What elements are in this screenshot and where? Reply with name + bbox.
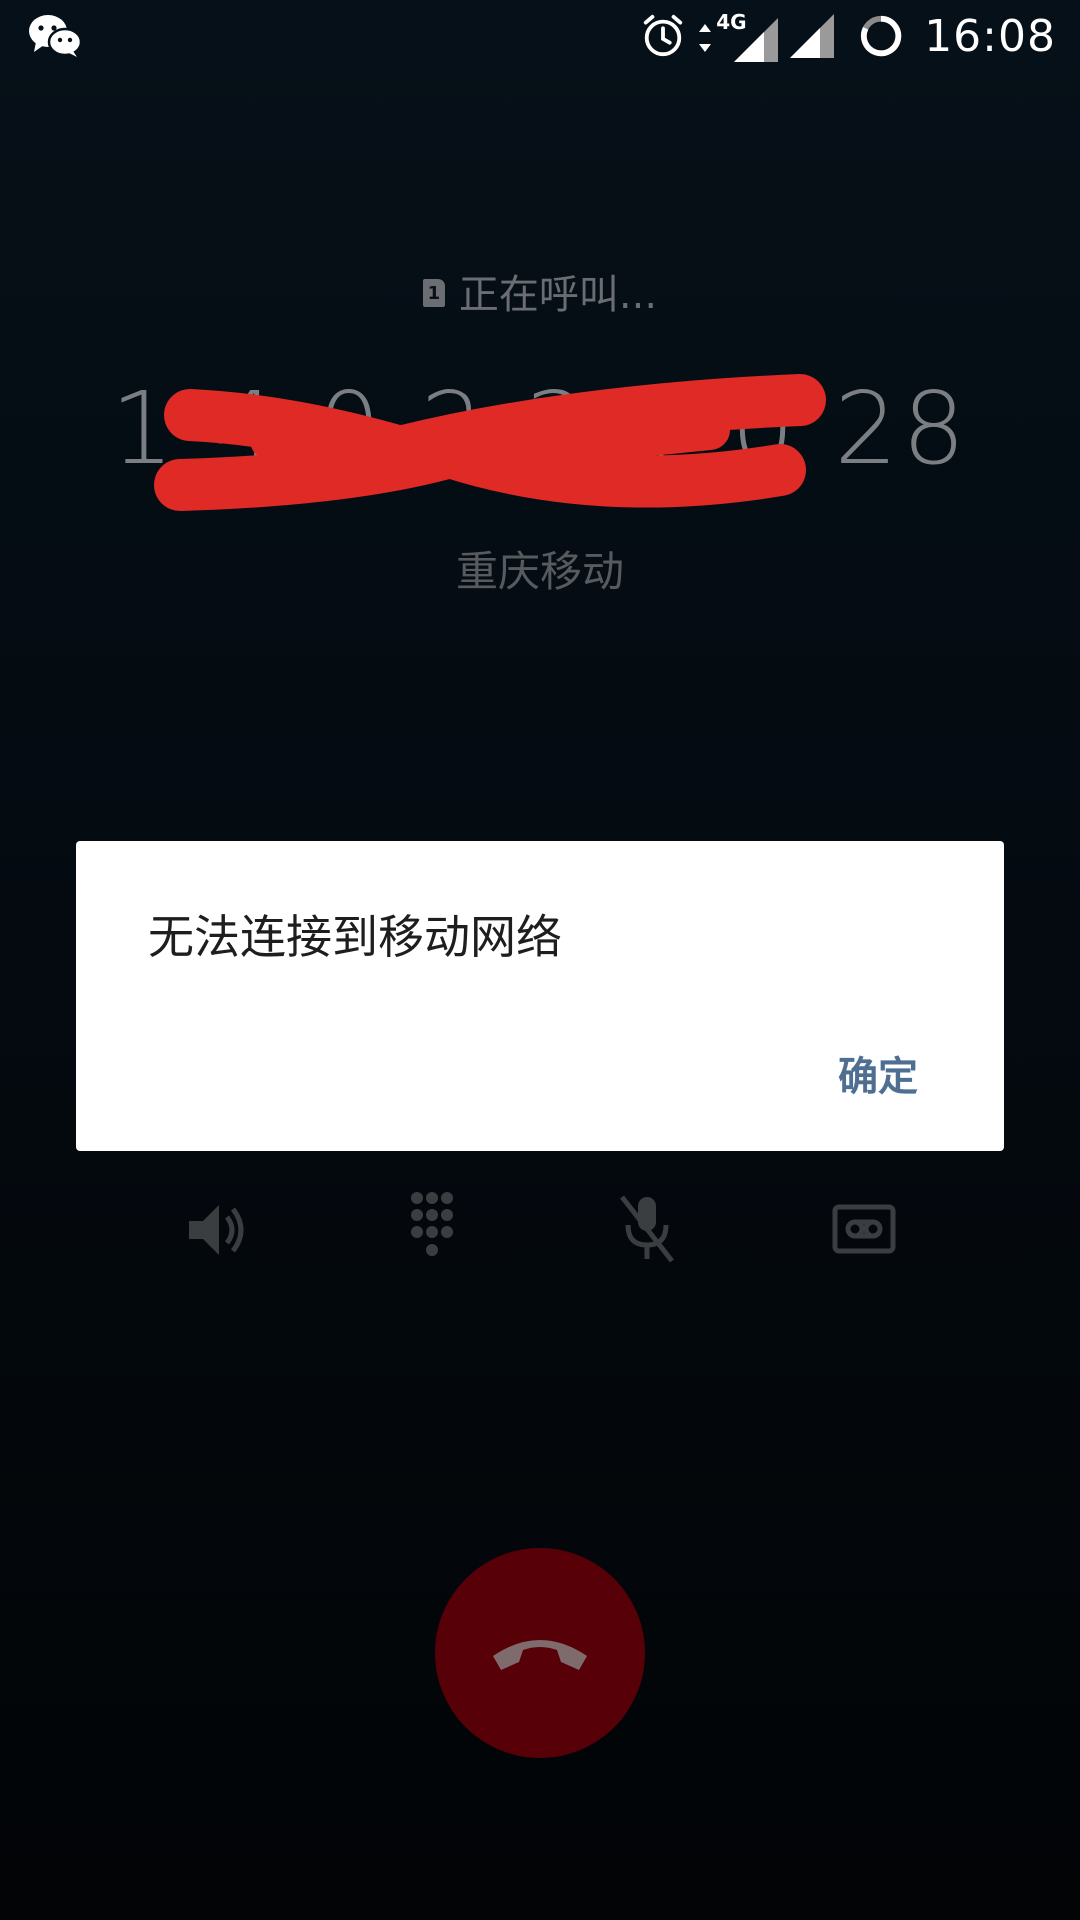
error-dialog: 无法连接到移动网络 确定 [76,841,1004,1151]
call-controls [0,1185,1080,1275]
end-call-button[interactable] [435,1548,645,1758]
signal-sim2-icon [790,14,835,58]
ok-button[interactable]: 确定 [838,1044,918,1102]
redaction-scribble [154,374,826,511]
battery-ring-icon [861,15,902,57]
mobile-data-indicator: 4G [698,8,779,64]
status-icons: 4G 16:08 [640,0,1056,72]
signal-sim1-icon [734,18,779,62]
sim-card-icon: 1 [422,279,445,307]
dialpad-icon[interactable] [387,1185,477,1275]
call-status: 1 正在呼叫... [0,262,1080,320]
mute-icon[interactable] [602,1185,692,1275]
speaker-icon[interactable] [171,1185,261,1275]
clock: 16:08 [924,10,1056,62]
dialog-message: 无法连接到移动网络 [148,910,562,964]
call-status-text: 正在呼叫... [458,272,658,318]
wechat-icon [29,15,82,57]
alarm-icon [644,14,683,57]
record-icon[interactable] [819,1185,909,1275]
data-arrows-icon [699,24,712,52]
in-call-screen: 4G 16:08 1 正在呼叫... 1 4 0 2 3 1 0 28 重庆移动… [0,0,1080,1920]
carrier-name: 重庆移动 [455,547,624,596]
status-bar: 4G 16:08 [0,0,1080,72]
hang-up-icon [493,1640,587,1670]
